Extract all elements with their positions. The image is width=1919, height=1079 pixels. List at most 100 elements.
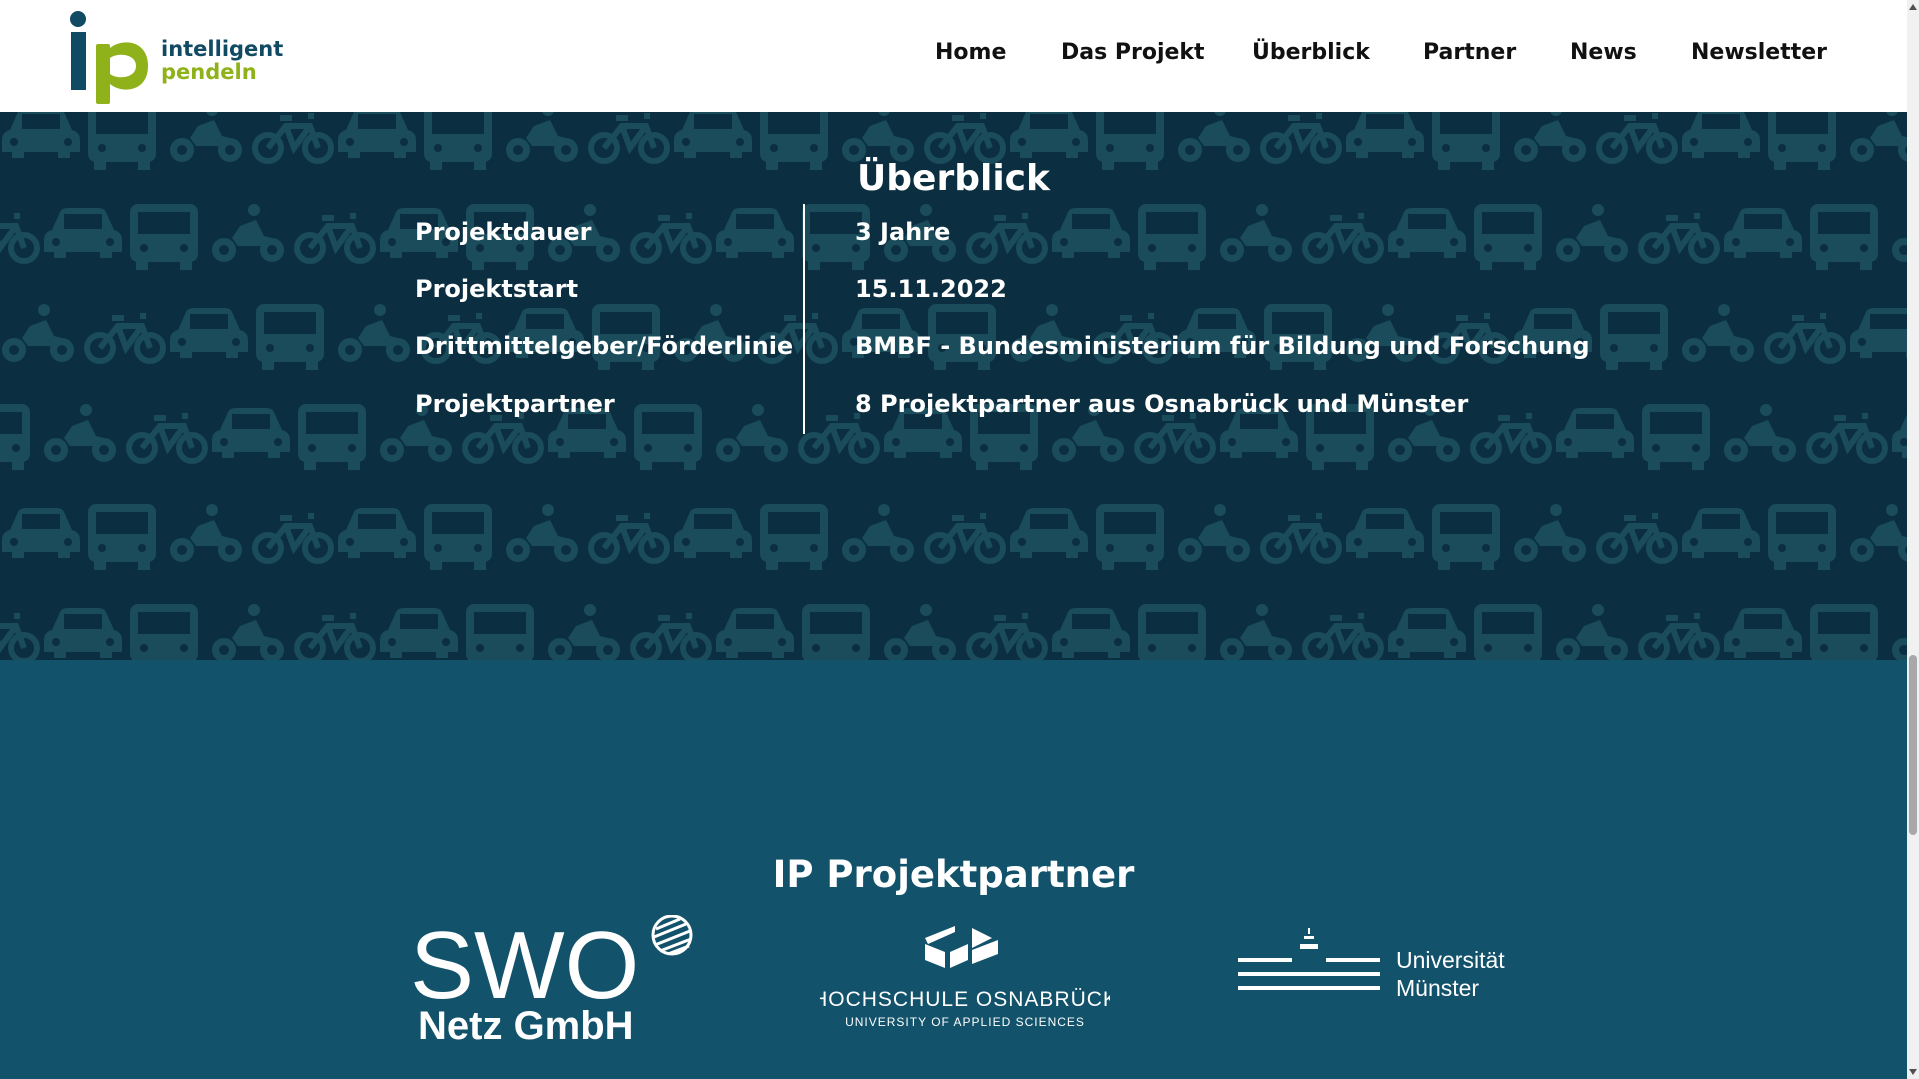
- bicycle-icon: [927, 516, 1003, 561]
- bicycle-icon: [1641, 616, 1717, 660]
- motorbike-icon: [548, 604, 620, 660]
- car-icon: [1010, 112, 1088, 158]
- motorbike-icon: [1892, 604, 1907, 660]
- uni-muenster-line-2: Münster: [1396, 975, 1479, 1001]
- car-icon: [170, 308, 248, 358]
- bus-icon: [1474, 604, 1542, 660]
- overview-value-start: 15.11.2022: [855, 275, 1007, 303]
- car-icon: [1850, 308, 1907, 358]
- car-icon: [716, 208, 794, 258]
- overview-value-duration: 3 Jahre: [855, 218, 951, 246]
- motorbike-icon: [1850, 112, 1907, 162]
- scroll-down-arrow-icon[interactable]: [1909, 1069, 1917, 1075]
- scrollbar-thumb[interactable]: [1909, 655, 1917, 835]
- car-icon: [44, 208, 122, 258]
- car-icon: [1388, 608, 1466, 658]
- swo-netz-logo[interactable]: SWO Netz GmbH: [410, 915, 695, 1045]
- bicycle-icon: [465, 416, 541, 461]
- bus-icon: [1600, 304, 1668, 370]
- motorbike-icon: [506, 112, 578, 162]
- bus-icon: [1432, 504, 1500, 570]
- bus-icon: [130, 604, 198, 660]
- motorbike-icon: [2, 304, 74, 362]
- bus-icon: [1474, 204, 1542, 270]
- motorbike-icon: [170, 112, 242, 162]
- motorbike-icon: [842, 504, 914, 562]
- motorbike-icon: [1220, 204, 1292, 262]
- nav-newsletter[interactable]: Newsletter: [1691, 40, 1827, 65]
- bicycle-icon: [0, 616, 37, 660]
- bus-icon: [1810, 204, 1878, 270]
- nav-news[interactable]: News: [1570, 40, 1637, 65]
- hs-osnabrueck-logo[interactable]: HOCHSCHULE OSNABRÜCK UNIVERSITY OF APPLI…: [820, 918, 1110, 1038]
- car-icon: [1556, 408, 1634, 458]
- nav-ueberblick[interactable]: Überblick: [1252, 40, 1370, 65]
- motorbike-icon: [1892, 204, 1907, 262]
- hs-osnabrueck-line-1: HOCHSCHULE OSNABRÜCK: [820, 988, 1110, 1011]
- bicycle-icon: [0, 216, 37, 261]
- bicycle-icon: [255, 116, 331, 161]
- motorbike-icon: [212, 604, 284, 660]
- ip-logo-icon: [70, 11, 148, 104]
- bus-icon: [298, 404, 366, 470]
- car-icon: [2, 508, 80, 558]
- car-icon: [1346, 112, 1424, 158]
- bicycle-icon: [1599, 516, 1675, 561]
- bus-icon: [256, 304, 324, 370]
- bicycle-icon: [255, 516, 331, 561]
- bicycle-icon: [633, 216, 709, 261]
- motorbike-icon: [1682, 304, 1754, 362]
- bicycle-icon: [1137, 416, 1213, 461]
- overview-label-start: Projektstart: [415, 275, 579, 303]
- car-icon: [338, 112, 416, 158]
- overview-title: Überblick: [857, 157, 1050, 199]
- bicycle-icon: [1809, 416, 1885, 461]
- page: intelligent pendeln Home Das Projekt Übe…: [0, 0, 1907, 1079]
- site-logo[interactable]: intelligent pendeln: [58, 8, 283, 104]
- car-icon: [1724, 608, 1802, 658]
- car-icon: [2, 112, 80, 158]
- car-icon: [1724, 208, 1802, 258]
- nav-partner[interactable]: Partner: [1423, 40, 1516, 65]
- bus-icon: [1138, 204, 1206, 270]
- partners-section: IP Projektpartner SWO Netz GmbH HOCHSCHU…: [0, 660, 1907, 1079]
- bicycle-icon: [1305, 216, 1381, 261]
- motorbike-icon: [1514, 504, 1586, 562]
- bicycle-icon: [1305, 616, 1381, 660]
- motorbike-icon: [338, 304, 410, 362]
- car-icon: [380, 608, 458, 658]
- bus-icon: [1096, 504, 1164, 570]
- overview-section: Überblick Projektdauer 3 Jahre Projektst…: [0, 112, 1907, 660]
- page-scrollbar[interactable]: [1907, 0, 1919, 1079]
- motorbike-icon: [1514, 112, 1586, 162]
- uni-muenster-line-1: Universität: [1396, 947, 1505, 973]
- bus-icon: [130, 204, 198, 270]
- car-icon: [1010, 508, 1088, 558]
- uni-muenster-emblem-icon: [1238, 928, 1380, 990]
- nav-home[interactable]: Home: [935, 40, 1006, 65]
- motorbike-icon: [44, 404, 116, 462]
- car-icon: [716, 608, 794, 658]
- motorbike-icon: [1556, 204, 1628, 262]
- motorbike-icon: [1178, 112, 1250, 162]
- motorbike-icon: [212, 204, 284, 262]
- bus-icon: [1138, 604, 1206, 660]
- bicycle-icon: [87, 316, 163, 361]
- scroll-up-arrow-icon[interactable]: [1909, 4, 1917, 10]
- uni-muenster-logo[interactable]: Universität Münster: [1238, 928, 1528, 1018]
- car-icon: [1682, 112, 1760, 158]
- hs-osnabrueck-line-2: UNIVERSITY OF APPLIED SCIENCES: [845, 1015, 1085, 1029]
- bus-icon: [88, 504, 156, 570]
- site-header: intelligent pendeln Home Das Projekt Übe…: [0, 0, 1907, 112]
- bus-icon: [424, 504, 492, 570]
- motorbike-icon: [1724, 404, 1796, 462]
- motorbike-icon: [842, 112, 914, 162]
- motorbike-icon: [884, 604, 956, 660]
- overview-label-duration: Projektdauer: [415, 218, 592, 246]
- car-icon: [1388, 208, 1466, 258]
- bus-icon: [1810, 604, 1878, 660]
- motorbike-icon: [170, 504, 242, 562]
- bus-icon: [1642, 404, 1710, 470]
- nav-das-projekt[interactable]: Das Projekt: [1061, 40, 1205, 65]
- bicycle-icon: [1599, 116, 1675, 161]
